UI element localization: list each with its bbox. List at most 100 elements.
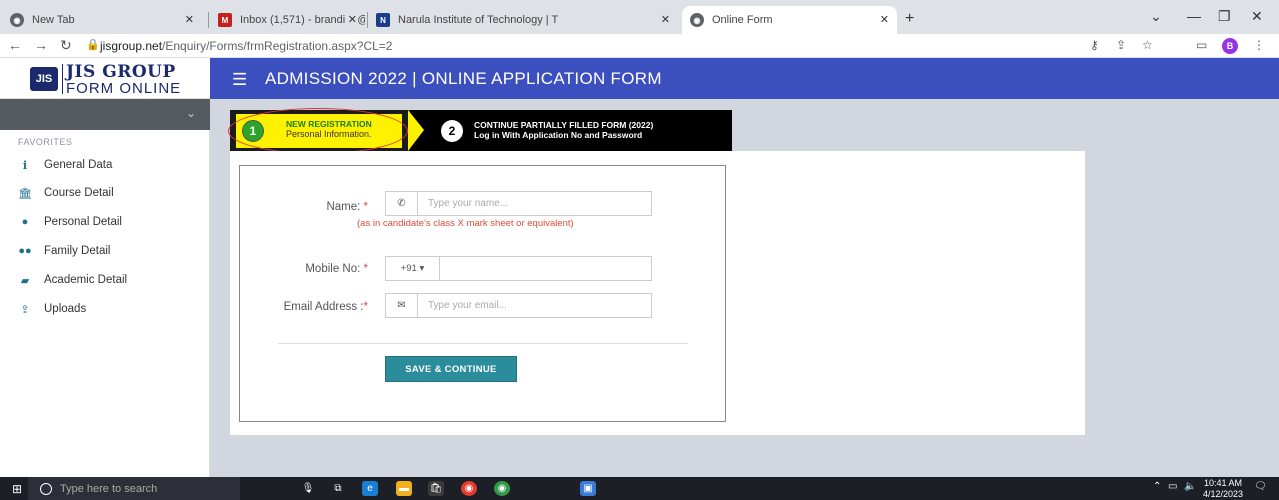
book-icon: ▰ [20,274,30,287]
name-hint: (as in candidate's class X mark sheet or… [357,218,574,229]
hamburger-menu-icon[interactable]: ☰ [232,70,247,90]
tab-new-tab[interactable]: ◉ New Tab ✕ [2,6,202,34]
star-icon[interactable]: ☆ [1142,38,1153,52]
network-icon[interactable]: ▭ [1168,481,1177,492]
nit-icon: N [376,13,390,27]
chrome-icon: ◉ [10,13,24,27]
mail-icon: M [218,13,232,27]
sidebar-item-label: Uploads [44,303,87,315]
windows-start-icon[interactable]: ⊞ [12,482,22,496]
save-continue-button[interactable]: SAVE & CONTINUE [385,356,517,382]
name-field[interactable]: ✆ [385,191,652,216]
name-input[interactable] [418,192,651,215]
globe-icon: ◉ [690,13,704,27]
task-view-icon[interactable]: ⧉ [330,481,346,496]
sidebar-item-label: Family Detail [44,245,111,257]
tray-expand-icon[interactable]: ⌃ [1153,481,1161,492]
edge-icon[interactable]: e [362,481,378,496]
url-field[interactable]: jisgroup.net/Enquiry/Forms/frmRegistrati… [100,39,392,53]
email-input[interactable] [418,294,651,317]
profile-avatar[interactable]: B [1222,38,1238,54]
app-header: ☰ ADMISSION 2022 | ONLINE APPLICATION FO… [210,58,1279,99]
sidebar-item-academic-detail[interactable]: ▰ Academic Detail [0,266,210,294]
sidebar: ⌄ FAVORITES i General Data 🏛 Course Deta… [0,99,210,477]
tab-narula[interactable]: N Narula Institute of Technology | T ✕ [368,6,678,34]
taskbar-search[interactable]: Type here to search [28,477,240,500]
caret-down-icon: ▾ [419,263,425,274]
taskbar: ⊞ Type here to search 🎙 ⧉ e ▬ 🛍 ◉ ◉ ▣ ⌃ … [0,477,1279,500]
tab-title: New Tab [32,14,75,26]
sidebar-item-course-detail[interactable]: 🏛 Course Detail [0,179,210,207]
sidebar-section-label: FAVORITES [18,137,73,147]
close-icon[interactable]: ✕ [880,13,889,26]
users-icon: ●● [18,245,32,257]
tab-inbox[interactable]: M Inbox (1,571) - branding@nit.ac.i ✕ [210,6,365,34]
key-icon[interactable]: ⚷ [1090,38,1099,52]
close-window-button[interactable]: ✕ [1251,8,1263,25]
sidebar-item-family-detail[interactable]: ●● Family Detail [0,237,210,265]
mobile-label: Mobile No: * [305,263,368,275]
close-icon[interactable]: ✕ [344,13,357,26]
chevron-down-icon[interactable]: ⌄ [186,106,196,120]
mobile-input[interactable] [440,257,651,280]
sidebar-item-uploads[interactable]: ⇪ Uploads [0,295,210,323]
tab-title: Narula Institute of Technology | T [398,14,559,26]
red-circle-annotation [228,108,408,154]
taskbar-search-placeholder: Type here to search [60,482,158,495]
sidebar-item-personal-detail[interactable]: ● Personal Detail [0,208,210,236]
tab-online-form[interactable]: ◉ Online Form ✕ [682,6,897,34]
volume-icon[interactable]: 🔈 [1184,481,1196,492]
tab-search-icon[interactable]: ⌄ [1150,8,1162,25]
forward-button[interactable]: → [34,37,48,53]
upload-icon: ⇪ [20,303,30,316]
close-icon[interactable]: ✕ [657,13,670,26]
sidebar-item-general-data[interactable]: i General Data [0,151,210,179]
logo-subtitle: FORM ONLINE [66,80,182,97]
side-panel-icon[interactable]: ▭ [1196,38,1207,52]
country-code-select[interactable]: +91 ▾ [386,257,440,280]
sidebar-item-label: Personal Detail [44,216,122,228]
sidebar-user-panel[interactable]: ⌄ [0,99,210,130]
logo-title: JIS GROUP [66,62,176,82]
clock-time: 10:41 AM [1204,478,1243,488]
email-field[interactable]: ✉ [385,293,652,318]
sidebar-item-label: General Data [44,159,113,171]
clock[interactable]: 10:41 AM 4/12/2023 [1203,478,1243,500]
notification-icon[interactable]: 🗨 [1254,481,1267,492]
lock-icon: 🔒 [86,39,100,51]
app-taskbar-icon[interactable]: ▣ [580,481,596,496]
close-icon[interactable]: ✕ [185,13,194,26]
new-tab-button[interactable]: + [905,10,914,28]
form-divider [278,343,688,344]
store-icon[interactable]: 🛍 [428,481,444,496]
sidebar-item-label: Course Detail [44,187,114,199]
chrome-profile-taskbar-icon[interactable]: ◉ [494,481,510,496]
address-bar: ← → ↻ 🔒 jisgroup.net/Enquiry/Forms/frmRe… [0,34,1279,58]
chrome-taskbar-icon[interactable]: ◉ [461,481,477,496]
minimize-button[interactable]: — [1187,8,1201,24]
back-button[interactable]: ← [8,37,22,53]
url-path: /Enquiry/Forms/frmRegistration.aspx?CL=2 [162,39,393,53]
name-label: Name: * [326,201,368,213]
step-arrow-icon [408,110,424,151]
step-title: CONTINUE PARTIALLY FILLED FORM (2022) [474,120,654,130]
page-title: ADMISSION 2022 | ONLINE APPLICATION FORM [265,69,662,88]
phone-icon: ✆ [386,192,418,215]
menu-icon[interactable]: ⋮ [1253,38,1265,52]
mobile-field[interactable]: +91 ▾ [385,256,652,281]
file-explorer-icon[interactable]: ▬ [396,481,412,496]
sidebar-item-label: Academic Detail [44,274,128,286]
restore-button[interactable]: ❐ [1218,8,1231,25]
mic-icon[interactable]: 🎙 [300,481,316,496]
browser-tab-strip: ◉ New Tab ✕ M Inbox (1,571) - branding@n… [0,0,1279,34]
user-icon: ● [21,216,29,228]
search-icon [40,482,52,495]
tab-title: Online Form [712,14,773,26]
step-number: 2 [441,120,463,142]
reload-button[interactable]: ↻ [60,37,72,54]
step-subtitle: Log in With Application No and Password [474,130,643,140]
email-label: Email Address :* [283,301,368,313]
logo[interactable]: JIS JIS GROUP FORM ONLINE [0,58,210,99]
envelope-icon: ✉ [386,294,418,317]
share-icon[interactable]: ⇪ [1116,38,1126,52]
